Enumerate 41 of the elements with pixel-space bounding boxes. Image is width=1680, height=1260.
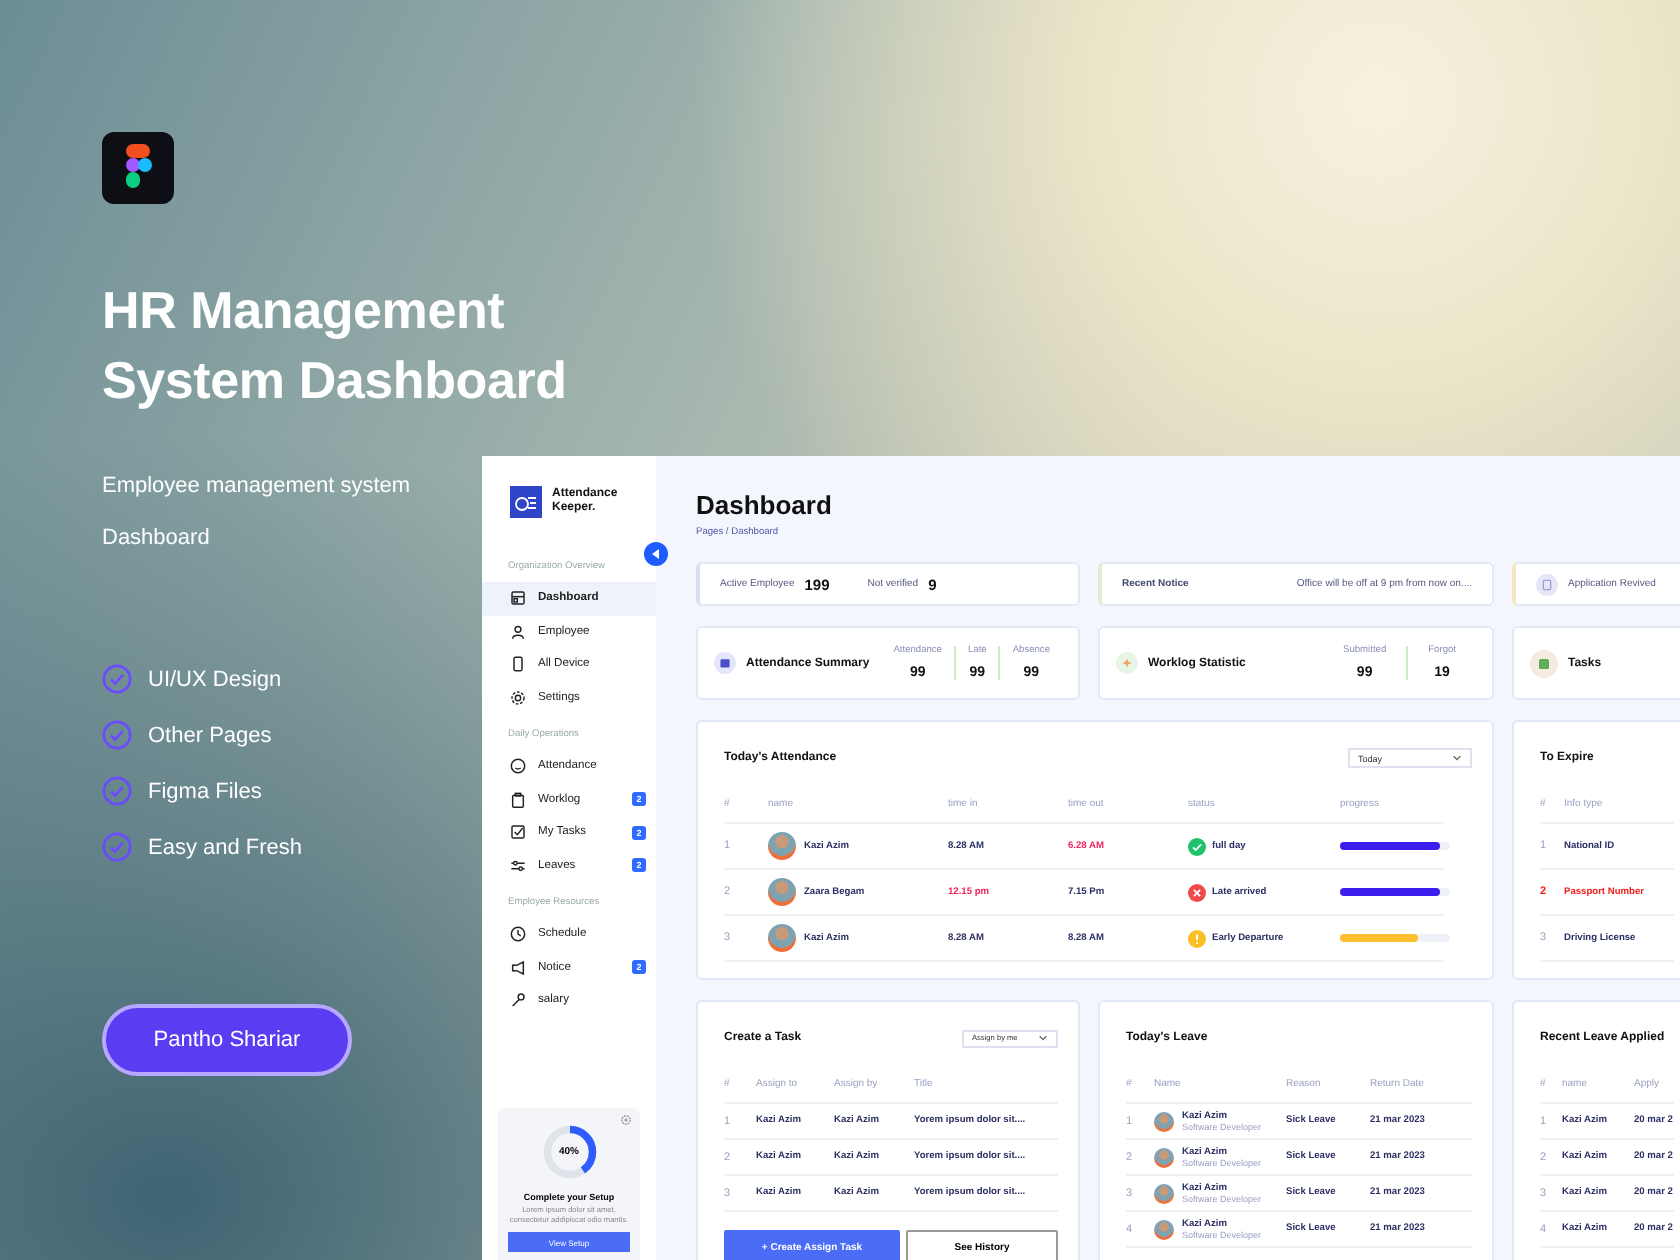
check-circle-icon — [102, 776, 132, 806]
sparkle-icon — [1116, 652, 1138, 674]
caret-icon — [1038, 1034, 1048, 1042]
avatar-circle — [768, 878, 796, 906]
clipboard-icon — [510, 791, 526, 808]
author-button[interactable]: Pantho Shariar — [102, 1004, 352, 1076]
check-circle-icon — [102, 664, 132, 694]
caret-icon — [1452, 754, 1462, 762]
avatar-circle — [1154, 1183, 1174, 1203]
megaphone-icon — [510, 959, 526, 976]
document-icon — [1536, 573, 1558, 595]
hero-subtitle: Dashboard — [102, 524, 210, 554]
feature-label: Figma Files — [148, 779, 262, 803]
avatar-circle — [1154, 1147, 1174, 1167]
cross-circle-icon — [1188, 883, 1206, 901]
check-circle-icon — [102, 832, 132, 862]
exclamation-circle-icon — [1188, 929, 1206, 947]
settings-icon — [510, 689, 526, 706]
avatar-circle — [1154, 1219, 1174, 1239]
checked-box-icon — [510, 824, 526, 841]
page-title: Dashboard — [696, 490, 834, 522]
feature-label: Easy and Fresh — [148, 835, 303, 859]
avatar-circle — [1154, 1111, 1174, 1131]
device-icon — [510, 656, 526, 673]
check-circle-icon — [102, 720, 132, 750]
smiley-icon — [510, 758, 526, 775]
person-icon — [510, 623, 526, 640]
check-circle-icon — [1188, 837, 1206, 855]
calendar-icon — [714, 652, 736, 674]
gear-icon[interactable] — [620, 1114, 632, 1127]
dashboard-icon — [510, 590, 526, 607]
avatar-circle — [768, 832, 796, 860]
hero-subtitle: Employee management system — [102, 472, 411, 502]
collapse-icon[interactable] — [644, 542, 668, 566]
feature-label: UI/UX Design — [148, 667, 282, 691]
sliders-icon — [510, 857, 526, 874]
clock-icon — [510, 926, 526, 943]
hero-title: HR Management System Dashboard — [102, 278, 567, 414]
feature-label: Other Pages — [148, 723, 272, 747]
figma-logo-icon — [102, 132, 174, 204]
avatar-circle — [768, 924, 796, 952]
